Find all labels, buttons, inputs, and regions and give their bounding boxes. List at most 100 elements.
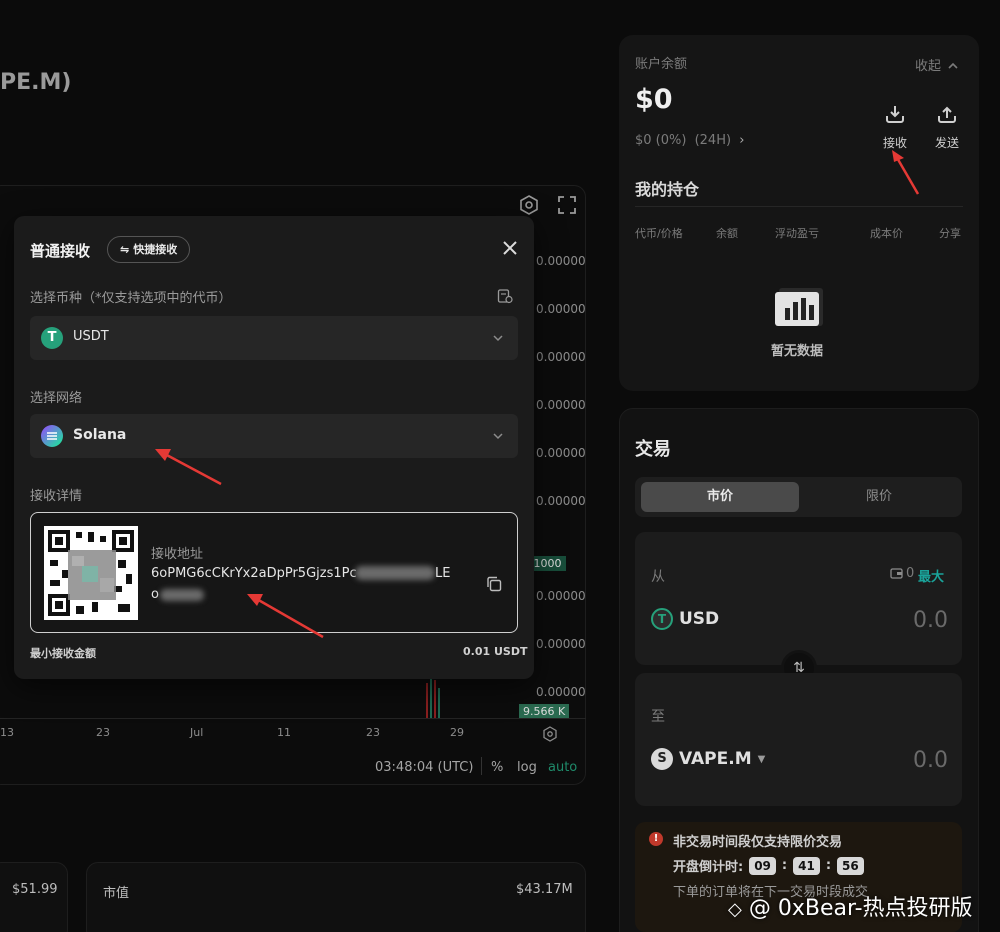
collapse-button[interactable]: 收起 xyxy=(915,55,958,74)
annotation-arrow xyxy=(155,449,222,486)
y-axis-price: 0.00000 xyxy=(536,350,586,364)
column-pnl: 浮动盈亏 xyxy=(775,227,819,240)
network-select-value: Solana xyxy=(73,427,127,443)
countdown: 开盘倒计时: 09 : 41 : 56 xyxy=(673,856,864,875)
binance-logo-icon: ◇ xyxy=(728,899,742,920)
chevron-down-icon: ▼ xyxy=(757,753,766,765)
x-axis-line xyxy=(0,718,586,719)
column-share: 分享 xyxy=(939,227,961,240)
watermark: ◇ @ 0xBear-热点投研版 xyxy=(728,890,973,922)
receive-button[interactable]: 接收 xyxy=(883,134,907,151)
y-axis-price: 0.00000 xyxy=(536,589,586,603)
to-coin-selector[interactable]: S VAPE.M ▼ xyxy=(651,748,765,770)
balance-change: $0 (0%) (24H) › xyxy=(635,133,744,148)
volume-bar xyxy=(426,683,428,718)
volume-bar xyxy=(430,678,432,718)
chart-settings-icon[interactable] xyxy=(518,194,540,216)
volume-bar xyxy=(438,688,440,718)
receive-qr-code xyxy=(44,526,138,620)
history-icon[interactable] xyxy=(497,288,513,304)
x-axis-tick: 23 xyxy=(366,726,380,739)
y-axis-price: 0.00000 xyxy=(536,398,586,412)
chevron-up-icon xyxy=(948,62,958,69)
from-balance: 0 xyxy=(906,566,915,581)
market-cap-card xyxy=(86,862,586,932)
receive-details-label: 接收详情 xyxy=(30,489,83,504)
column-token: 代币/价格 xyxy=(635,227,683,240)
from-coin-selector[interactable]: T USD xyxy=(651,608,719,630)
account-panel xyxy=(619,35,979,391)
to-coin: VAPE.M xyxy=(679,749,752,769)
chevron-down-icon xyxy=(493,433,503,440)
empty-data-icon xyxy=(775,288,823,326)
stat-card xyxy=(0,862,68,932)
from-coin: USD xyxy=(679,609,720,629)
balance-label: 账户余额 xyxy=(635,57,688,72)
watermark-text: @ 0xBear-热点投研版 xyxy=(748,896,973,921)
percent-toggle[interactable]: % xyxy=(491,760,503,775)
asset-title: PE.M) xyxy=(0,70,72,95)
x-axis-tick: 11 xyxy=(277,726,291,739)
send-icon[interactable] xyxy=(935,102,959,126)
tab-market[interactable]: 市价 xyxy=(641,482,799,512)
to-label: 至 xyxy=(651,709,665,725)
x-axis-tick: 23 xyxy=(96,726,110,739)
holdings-title: 我的持仓 xyxy=(635,180,700,199)
market-cap-label: 市值 xyxy=(103,886,130,901)
countdown-seconds: 56 xyxy=(837,856,864,875)
max-button[interactable]: 最大 xyxy=(918,566,944,585)
y-axis-price: 0.00000 xyxy=(536,254,586,268)
network-select[interactable]: Solana xyxy=(30,414,518,458)
address-redaction xyxy=(160,589,204,601)
from-amount-input[interactable]: 0.0 xyxy=(913,608,948,633)
coin-select-label: 选择币种（*仅支持选项中的代币） xyxy=(30,291,232,306)
countdown-hours: 09 xyxy=(749,856,776,875)
y-axis-price: 0.00000 xyxy=(536,446,586,460)
fullscreen-icon[interactable] xyxy=(557,195,577,215)
y-axis-price: 0.00000 xyxy=(536,685,586,699)
balance-value: $0 xyxy=(635,84,673,115)
from-box xyxy=(635,532,962,665)
chart-axis-settings-icon[interactable] xyxy=(542,726,558,742)
x-axis-tick: 13 xyxy=(0,726,14,739)
modal-title: 普通接收 xyxy=(30,242,91,260)
volume-bar xyxy=(434,680,436,718)
trade-title: 交易 xyxy=(635,439,671,460)
x-axis-tick: 29 xyxy=(450,726,464,739)
address-redaction xyxy=(355,566,435,580)
notice-title: 非交易时间段仅支持限价交易 xyxy=(673,835,843,850)
to-amount-input[interactable]: 0.0 xyxy=(913,748,948,773)
coin-select[interactable]: T USDT xyxy=(30,316,518,360)
y-axis-price: 0.00000 xyxy=(536,637,586,651)
y-axis-price: 0.00000 xyxy=(536,302,586,316)
x-axis-tick: Jul xyxy=(190,726,204,739)
swap-arrows-icon: ⇋ xyxy=(120,243,130,256)
collapse-label: 收起 xyxy=(915,59,942,74)
countdown-minutes: 41 xyxy=(793,856,820,875)
network-select-label: 选择网络 xyxy=(30,391,83,406)
receive-icon[interactable] xyxy=(883,102,907,126)
log-toggle[interactable]: log xyxy=(517,760,537,775)
annotation-arrow xyxy=(247,594,324,639)
volume-tag: 9.566 K xyxy=(519,704,570,719)
chevron-right-icon: › xyxy=(739,133,745,148)
auto-toggle[interactable]: auto xyxy=(548,760,577,775)
address-label: 接收地址 xyxy=(151,547,204,562)
send-button[interactable]: 发送 xyxy=(935,134,959,151)
usdt-icon: T xyxy=(41,327,63,349)
quick-receive-button[interactable]: ⇋ 快捷接收 xyxy=(107,236,191,263)
tab-limit[interactable]: 限价 xyxy=(800,482,958,512)
stat-value: $51.99 xyxy=(12,882,58,897)
close-icon[interactable] xyxy=(500,238,520,258)
divider xyxy=(635,206,963,207)
copy-icon[interactable] xyxy=(486,576,502,592)
solana-icon xyxy=(41,425,63,447)
address-line-1-tail: LE xyxy=(435,566,451,581)
column-cost: 成本价 xyxy=(870,227,903,240)
address-line-2: o xyxy=(151,587,159,602)
change-period: (24H) xyxy=(694,133,732,148)
from-label: 从 xyxy=(651,569,665,585)
address-line-1: 6oPMG6cCKrYx2aDpPr5Gjzs1Pc xyxy=(151,566,357,581)
info-icon: ! xyxy=(649,832,663,846)
vape-coin-icon: S xyxy=(651,748,673,770)
